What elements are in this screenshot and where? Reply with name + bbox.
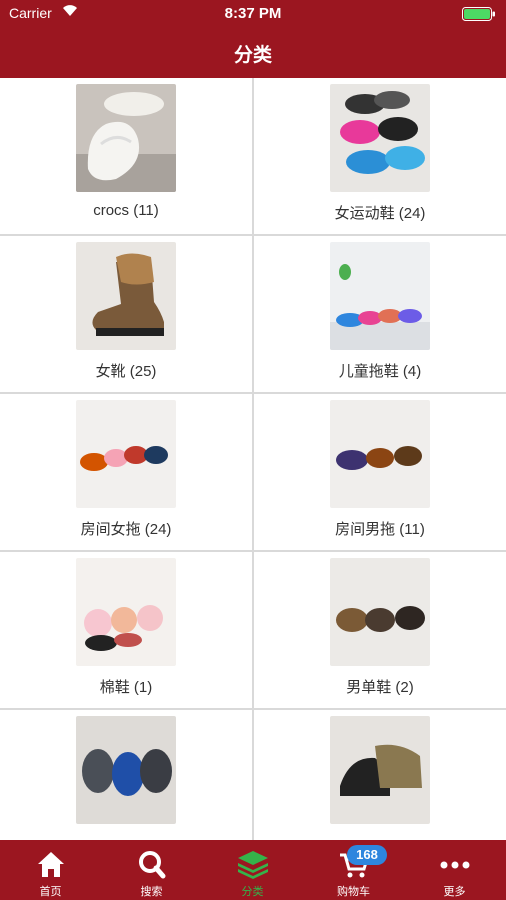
clock: 8:37 PM <box>224 5 282 22</box>
category-item[interactable]: 女靴 (25) <box>0 236 252 392</box>
cotton-shoes-photo <box>76 558 176 666</box>
category-item[interactable]: 男单鞋 (2) <box>254 552 506 708</box>
men-room-slippers-photo <box>330 400 430 508</box>
cart-badge: 168 <box>347 845 387 865</box>
category-item[interactable]: 儿童拖鞋 (4) <box>254 236 506 392</box>
category-label: crocs (11) <box>93 202 159 219</box>
category-label: 儿童拖鞋 (4) <box>338 363 422 380</box>
women-boot-photo <box>76 242 176 350</box>
women-room-slippers-photo <box>76 400 176 508</box>
tab-home[interactable]: 首页 <box>0 840 101 900</box>
kids-slippers-photo <box>330 242 430 350</box>
tab-label: 分类 <box>241 886 264 898</box>
category-item[interactable]: 女运动鞋 (24) <box>254 78 506 234</box>
category-label: 房间男拖 (11) <box>335 521 425 538</box>
tab-label: 搜索 <box>140 886 163 898</box>
category-item[interactable]: 棉鞋 (1) <box>0 552 252 708</box>
tab-category[interactable]: 分类 <box>202 840 303 900</box>
search-icon <box>135 849 169 879</box>
category-label: 棉鞋 (1) <box>99 679 153 696</box>
men-sneakers-photo <box>76 716 176 824</box>
tab-bar: 首页 搜索 分类 168 购物车 更多 <box>0 840 506 900</box>
category-item[interactable]: 房间女拖 (24) <box>0 394 252 550</box>
tab-label: 购物车 <box>337 886 370 898</box>
women-sneakers-photo <box>330 84 430 192</box>
category-grid: crocs (11) 女运动鞋 (24) 女靴 (25) 儿童拖鞋 (4) 房间… <box>0 78 506 840</box>
status-bar: Carrier 8:37 PM <box>0 0 506 26</box>
tab-label: 首页 <box>39 886 62 898</box>
hiking-shoes-photo <box>330 716 430 824</box>
layers-icon <box>236 849 270 879</box>
category-item[interactable]: crocs (11) <box>0 78 252 234</box>
category-item[interactable]: 房间男拖 (11) <box>254 394 506 550</box>
more-icon <box>438 849 472 879</box>
men-leather-shoes-photo <box>330 558 430 666</box>
home-icon <box>34 849 68 879</box>
tab-search[interactable]: 搜索 <box>101 840 202 900</box>
category-item[interactable] <box>0 710 252 840</box>
page-title: 分类 <box>233 45 272 66</box>
category-label: 女运动鞋 (24) <box>334 205 426 222</box>
category-item[interactable] <box>254 710 506 840</box>
category-label: 房间女拖 (24) <box>80 521 172 538</box>
tab-label: 更多 <box>443 886 466 898</box>
white-clog-shoe-photo <box>76 84 176 192</box>
category-label: 女靴 (25) <box>95 363 157 380</box>
tab-more[interactable]: 更多 <box>404 840 505 900</box>
top-bar: Carrier 8:37 PM 分类 <box>0 0 506 78</box>
battery-icon <box>462 7 496 21</box>
category-label: 男单鞋 (2) <box>346 679 414 696</box>
tab-cart[interactable]: 168 购物车 <box>303 840 404 900</box>
